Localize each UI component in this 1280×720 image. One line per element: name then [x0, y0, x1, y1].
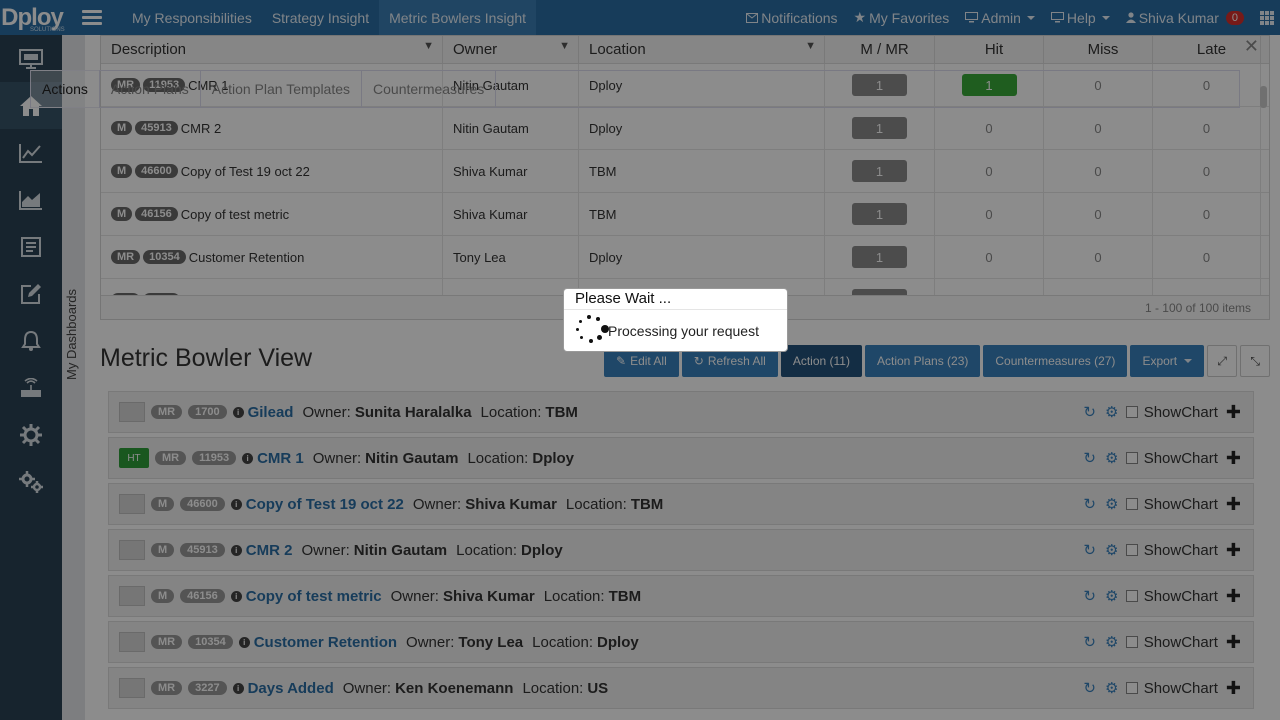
- loading-overlay: [0, 0, 1280, 720]
- dialog-title: Please Wait ...: [564, 289, 787, 310]
- dialog-message: Processing your request: [608, 323, 759, 339]
- dialog-body: Processing your request: [564, 310, 787, 352]
- loading-spinner-icon: [574, 314, 609, 348]
- please-wait-dialog: Please Wait ... Processing your request: [563, 288, 788, 352]
